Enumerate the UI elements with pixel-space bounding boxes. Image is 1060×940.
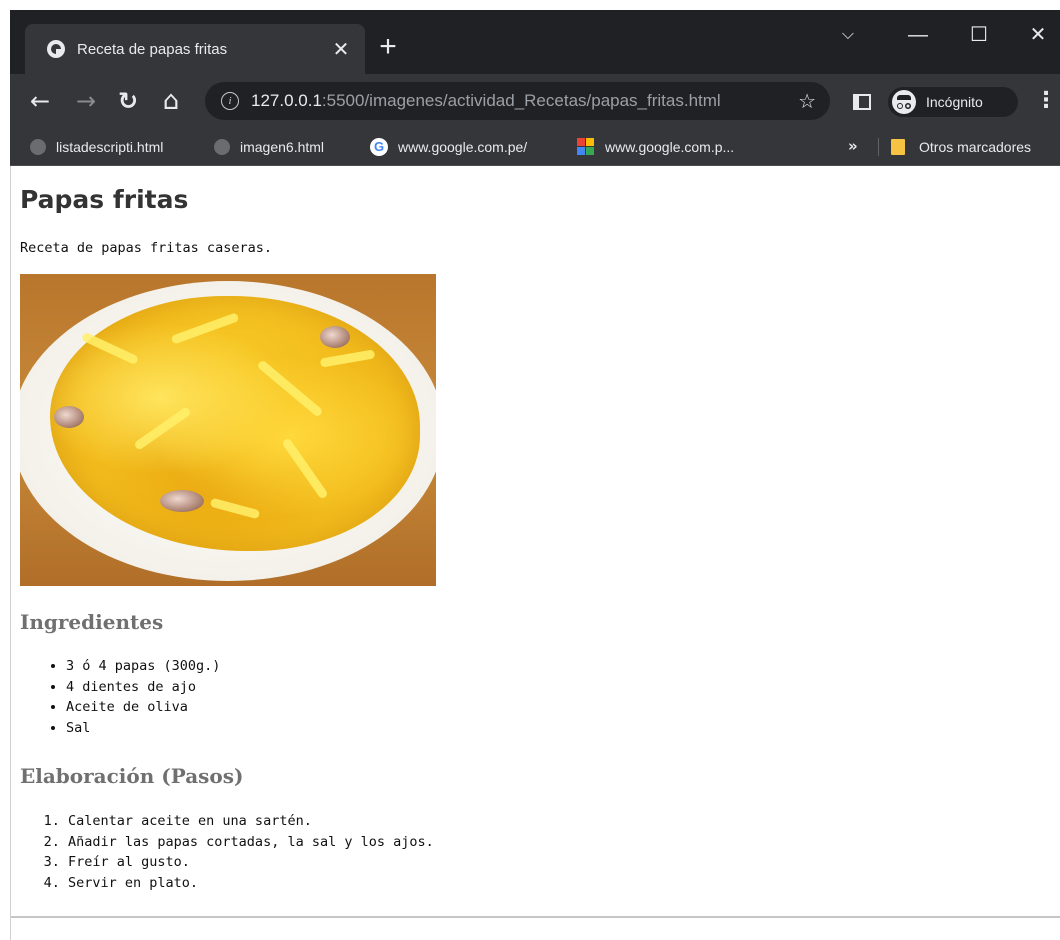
- bookmark-label: www.google.com.pe/: [398, 138, 528, 155]
- globe-icon: [47, 40, 65, 58]
- garlic-clove: [160, 490, 204, 512]
- list-item: Añadir las papas cortadas, la sal y los …: [68, 832, 434, 853]
- tab-title: Receta de papas fritas: [77, 40, 228, 58]
- bookmark-label: imagen6.html: [240, 138, 325, 155]
- list-item: Sal: [66, 718, 220, 739]
- steps-heading: Elaboración (Pasos): [20, 764, 244, 788]
- tab-active[interactable]: Receta de papas fritas ✕: [25, 24, 365, 74]
- list-item: Calentar aceite en una sartén.: [68, 811, 434, 832]
- forward-button[interactable]: →: [72, 87, 100, 115]
- home-button[interactable]: ⌂: [157, 87, 185, 115]
- toolbar: ← → ↻ ⌂ i 127.0.0.1:5500/imagenes/activi…: [10, 74, 1060, 128]
- bookmark-label: www.google.com.p...: [605, 138, 735, 155]
- url-text[interactable]: 127.0.0.1:5500/imagenes/actividad_Receta…: [251, 91, 798, 111]
- list-item: 4 dientes de ajo: [66, 677, 220, 698]
- incognito-icon: [892, 90, 916, 114]
- address-bar[interactable]: i 127.0.0.1:5500/imagenes/actividad_Rece…: [205, 82, 830, 120]
- url-path: :5500/imagenes/actividad_Recetas/papas_f…: [321, 91, 721, 110]
- close-window-button[interactable]: ✕: [1018, 20, 1058, 50]
- incognito-profile-button[interactable]: Incógnito: [888, 87, 1018, 117]
- tab-search-chevron-icon[interactable]: ⌵: [828, 20, 868, 50]
- other-bookmarks-label: Otros marcadores: [919, 138, 1032, 155]
- recipe-intro: Receta de papas fritas caseras.: [20, 240, 272, 256]
- list-item: Freír al gusto.: [68, 852, 434, 873]
- bookmark-star-icon[interactable]: ☆: [798, 89, 816, 113]
- bookmark-item[interactable]: imagen6.html: [214, 128, 324, 165]
- garlic-clove: [320, 326, 350, 348]
- google-g-icon: G: [370, 137, 388, 156]
- bookmark-item[interactable]: G www.google.com.pe/: [370, 128, 527, 165]
- horizontal-rule: [11, 916, 1060, 918]
- other-bookmarks-folder[interactable]: Otros marcadores: [891, 128, 1031, 165]
- url-host: 127.0.0.1: [251, 91, 322, 110]
- ingredients-heading: Ingredientes: [20, 610, 164, 634]
- minimize-button[interactable]: —: [898, 20, 938, 50]
- page-content: Papas fritas Receta de papas fritas case…: [10, 166, 1060, 940]
- incognito-label: Incógnito: [926, 94, 983, 110]
- kebab-menu-icon[interactable]: ⋮: [1035, 87, 1057, 115]
- globe-icon: [30, 138, 46, 155]
- new-tab-button[interactable]: +: [373, 32, 403, 62]
- tab-close-icon[interactable]: ✕: [329, 37, 353, 61]
- google-plus-icon: [577, 137, 595, 156]
- maximize-button[interactable]: ☐: [959, 20, 999, 50]
- bookmarks-overflow-icon[interactable]: »: [848, 128, 858, 165]
- steps-list: Calentar aceite en una sartén. Añadir la…: [10, 811, 434, 893]
- list-item: Servir en plato.: [68, 873, 434, 894]
- tab-strip: Receta de papas fritas ✕ + ⌵ — ☐ ✕: [10, 10, 1060, 74]
- site-info-icon[interactable]: i: [221, 92, 239, 110]
- bookmark-item[interactable]: listadescripti.html: [30, 128, 163, 165]
- back-button[interactable]: ←: [26, 87, 54, 115]
- folder-icon: [891, 138, 905, 155]
- bookmark-label: listadescripti.html: [56, 138, 164, 155]
- bookmark-item[interactable]: www.google.com.p...: [577, 128, 734, 165]
- list-item: 3 ó 4 papas (300g.): [66, 656, 220, 677]
- browser-chrome: Receta de papas fritas ✕ + ⌵ — ☐ ✕ ← → ↻…: [10, 10, 1060, 166]
- globe-icon: [214, 138, 230, 155]
- side-panel-icon[interactable]: [853, 94, 871, 110]
- page-title: Papas fritas: [20, 185, 189, 214]
- reload-button[interactable]: ↻: [114, 87, 142, 115]
- list-item: Aceite de oliva: [66, 697, 220, 718]
- fries-photo: [20, 274, 436, 586]
- bookmarks-bar: listadescripti.html imagen6.html G www.g…: [10, 128, 1060, 166]
- ingredients-list: 3 ó 4 papas (300g.) 4 dientes de ajo Ace…: [10, 656, 220, 738]
- bookmarks-separator: [878, 138, 879, 156]
- garlic-clove: [54, 406, 84, 428]
